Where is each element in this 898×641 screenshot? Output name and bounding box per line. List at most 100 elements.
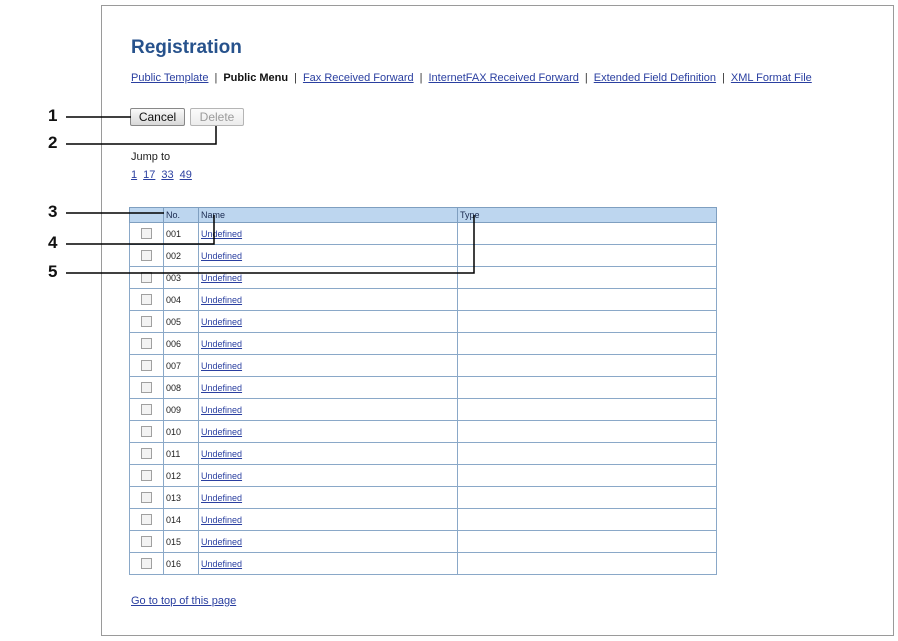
row-checkbox-cell <box>129 354 164 377</box>
header-checkbox-column <box>129 207 164 223</box>
table-row: 007 Undefined <box>129 354 717 377</box>
row-name-link[interactable]: Undefined <box>201 383 242 393</box>
row-no: 008 <box>163 376 199 399</box>
table-row: 008 Undefined <box>129 376 717 399</box>
row-checkbox-cell <box>129 376 164 399</box>
row-name-cell: Undefined <box>198 332 458 355</box>
row-name-link[interactable]: Undefined <box>201 273 242 283</box>
menu-table: No. Name Type 001 Undefined 002 Undefined 00… <box>129 207 717 575</box>
jump-link-33[interactable]: 33 <box>161 169 173 181</box>
row-checkbox-cell <box>129 420 164 443</box>
row-name-link[interactable]: Undefined <box>201 493 242 503</box>
tab-public-template[interactable]: Public Template <box>131 72 208 84</box>
table-row: 013 Undefined <box>129 486 717 509</box>
row-type <box>457 354 717 377</box>
callout-1: 1 <box>48 106 58 125</box>
row-no: 003 <box>163 266 199 289</box>
header-no: No. <box>163 207 199 223</box>
tab-separator: | <box>722 72 725 84</box>
go-to-top-link[interactable]: Go to top of this page <box>131 595 236 607</box>
tab-internetfax-received-forward[interactable]: InternetFAX Received Forward <box>428 72 578 84</box>
row-checkbox[interactable] <box>141 228 152 240</box>
row-type <box>457 464 717 487</box>
row-name-link[interactable]: Undefined <box>201 317 242 327</box>
tab-xml-format-file[interactable]: XML Format File <box>731 72 812 84</box>
row-checkbox[interactable] <box>141 536 152 548</box>
table-row: 010 Undefined <box>129 420 717 443</box>
row-checkbox[interactable] <box>141 470 152 482</box>
row-checkbox[interactable] <box>141 382 152 394</box>
row-type <box>457 288 717 311</box>
row-no: 006 <box>163 332 199 355</box>
row-type <box>457 332 717 355</box>
row-name-cell: Undefined <box>198 464 458 487</box>
row-checkbox[interactable] <box>141 360 152 372</box>
row-name-link[interactable]: Undefined <box>201 295 242 305</box>
row-no: 004 <box>163 288 199 311</box>
row-checkbox-cell <box>129 464 164 487</box>
tab-public-menu[interactable]: Public Menu <box>223 72 288 84</box>
row-name-cell: Undefined <box>198 376 458 399</box>
row-checkbox-cell <box>129 552 164 575</box>
row-name-cell: Undefined <box>198 266 458 289</box>
row-checkbox[interactable] <box>141 426 152 438</box>
row-name-link[interactable]: Undefined <box>201 515 242 525</box>
row-type <box>457 244 717 267</box>
table-row: 001 Undefined <box>129 222 717 245</box>
row-checkbox[interactable] <box>141 316 152 328</box>
row-checkbox[interactable] <box>141 558 152 570</box>
row-type <box>457 398 717 421</box>
row-checkbox[interactable] <box>141 492 152 504</box>
row-name-cell: Undefined <box>198 486 458 509</box>
table-row: 003 Undefined <box>129 266 717 289</box>
page-title: Registration <box>131 37 242 58</box>
row-name-link[interactable]: Undefined <box>201 471 242 481</box>
row-name-link[interactable]: Undefined <box>201 559 242 569</box>
row-name-cell: Undefined <box>198 288 458 311</box>
tab-bar: Public Template | Public Menu | Fax Received… <box>131 72 812 84</box>
jump-link-1[interactable]: 1 <box>131 169 137 181</box>
row-name-link[interactable]: Undefined <box>201 537 242 547</box>
row-name-link[interactable]: Undefined <box>201 449 242 459</box>
jump-link-17[interactable]: 17 <box>143 169 155 181</box>
row-name-link[interactable]: Undefined <box>201 229 242 239</box>
row-type <box>457 222 717 245</box>
row-name-cell: Undefined <box>198 442 458 465</box>
table-row: 002 Undefined <box>129 244 717 267</box>
row-checkbox-cell <box>129 442 164 465</box>
row-checkbox[interactable] <box>141 250 152 262</box>
row-no: 016 <box>163 552 199 575</box>
row-name-link[interactable]: Undefined <box>201 405 242 415</box>
tab-extended-field-definition[interactable]: Extended Field Definition <box>594 72 716 84</box>
row-name-link[interactable]: Undefined <box>201 339 242 349</box>
table-row: 014 Undefined <box>129 508 717 531</box>
row-type <box>457 486 717 509</box>
row-type <box>457 376 717 399</box>
row-checkbox-cell <box>129 398 164 421</box>
row-checkbox[interactable] <box>141 514 152 526</box>
row-checkbox[interactable] <box>141 448 152 460</box>
delete-button[interactable]: Delete <box>190 108 244 126</box>
cancel-button[interactable]: Cancel <box>130 108 185 126</box>
table-row: 004 Undefined <box>129 288 717 311</box>
row-checkbox[interactable] <box>141 338 152 350</box>
header-type: Type <box>457 207 717 223</box>
row-checkbox[interactable] <box>141 404 152 416</box>
row-name-link[interactable]: Undefined <box>201 361 242 371</box>
tab-separator: | <box>584 72 588 84</box>
row-name-link[interactable]: Undefined <box>201 427 242 437</box>
row-name-link[interactable]: Undefined <box>201 251 242 261</box>
row-checkbox-cell <box>129 530 164 553</box>
jump-links: 1 17 33 49 <box>131 169 198 181</box>
table-row: 016 Undefined <box>129 552 717 575</box>
row-checkbox[interactable] <box>141 272 152 284</box>
row-name-cell: Undefined <box>198 222 458 245</box>
jump-link-49[interactable]: 49 <box>180 169 192 181</box>
row-name-cell: Undefined <box>198 508 458 531</box>
tab-fax-received-forward[interactable]: Fax Received Forward <box>303 72 414 84</box>
row-checkbox-cell <box>129 486 164 509</box>
table-header-row: No. Name Type <box>129 207 717 223</box>
table-row: 015 Undefined <box>129 530 717 553</box>
row-name-cell: Undefined <box>198 244 458 267</box>
row-checkbox[interactable] <box>141 294 152 306</box>
